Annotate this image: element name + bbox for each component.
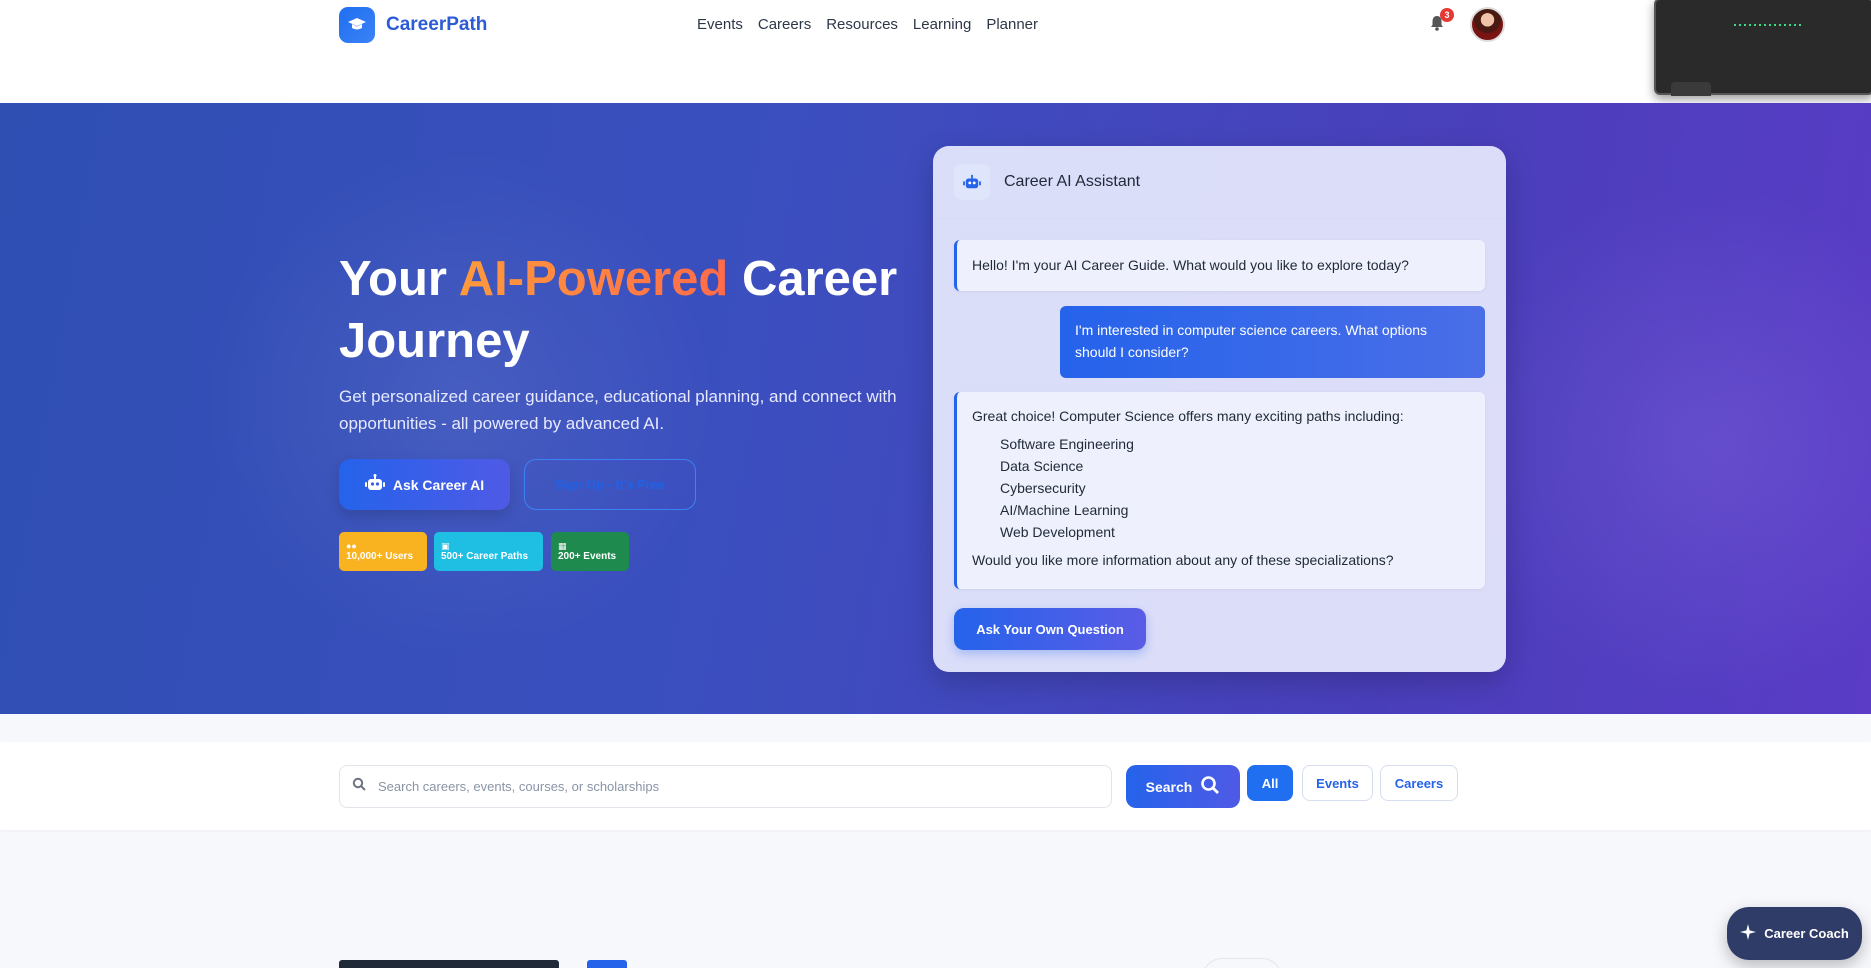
stat-badge-events: ▦ 200+ Events xyxy=(551,532,629,571)
stat-label: 10,000+ Users xyxy=(346,551,414,562)
search-box xyxy=(339,765,1112,808)
nav-link-careers[interactable]: Careers xyxy=(758,16,811,33)
robot-icon xyxy=(954,164,990,200)
bot-message: Great choice! Computer Science offers ma… xyxy=(954,392,1485,589)
list-item: Software Engineering xyxy=(1000,436,1134,452)
nav-link-learning[interactable]: Learning xyxy=(913,16,971,33)
overlay-tab[interactable] xyxy=(1671,82,1711,96)
stat-label: 200+ Events xyxy=(558,551,617,562)
hero-title-accent: AI-Powered xyxy=(458,252,729,306)
ask-career-ai-button[interactable]: Ask Career AI xyxy=(339,459,510,510)
reply-outro: Would you like more information about an… xyxy=(972,552,1394,568)
user-message: I'm interested in computer science caree… xyxy=(1060,306,1485,378)
hero-decor xyxy=(1450,183,1871,703)
filter-all[interactable]: All xyxy=(1247,765,1293,801)
search-icon xyxy=(352,777,366,796)
search-button[interactable]: Search xyxy=(1126,765,1240,808)
graduation-cap-icon xyxy=(339,7,375,43)
filter-careers[interactable]: Careers xyxy=(1380,765,1458,801)
career-coach-button[interactable]: Career Coach xyxy=(1727,907,1862,960)
video-call-overlay[interactable] xyxy=(1654,0,1871,96)
ask-own-question-button[interactable]: Ask Your Own Question xyxy=(954,608,1146,650)
chat-header: Career AI Assistant xyxy=(933,146,1506,219)
audio-level-indicator xyxy=(1734,24,1804,26)
stat-label: 500+ Career Paths xyxy=(441,551,529,562)
avatar[interactable] xyxy=(1470,7,1505,42)
search-icon xyxy=(1200,775,1220,798)
section-heading-partial xyxy=(339,950,739,968)
list-item: Web Development xyxy=(1000,524,1115,540)
filter-events[interactable]: Events xyxy=(1302,765,1373,801)
sign-up-button[interactable]: Sign Up - It's Free xyxy=(524,459,696,510)
list-item: Data Science xyxy=(1000,458,1084,474)
brand-name: CareerPath xyxy=(386,14,488,35)
heading-fragment xyxy=(587,960,627,968)
hero-subtitle: Get personalized career guidance, educat… xyxy=(339,387,897,433)
reply-intro: Great choice! Computer Science offers ma… xyxy=(972,408,1404,424)
search-button-label: Search xyxy=(1145,778,1193,795)
nav-link-planner[interactable]: Planner xyxy=(986,16,1038,33)
main-nav: Events Careers Resources Learning Planne… xyxy=(697,16,1038,33)
notification-badge: 3 xyxy=(1440,8,1454,22)
ask-career-ai-label: Ask Career AI xyxy=(392,476,485,493)
bot-message: Hello! I'm your AI Career Guide. What wo… xyxy=(954,240,1485,291)
chat-title: Career AI Assistant xyxy=(1004,173,1141,190)
list-item: AI/Machine Learning xyxy=(1000,502,1129,518)
robot-icon xyxy=(364,474,385,495)
hero-section: Your AI-Powered Career Journey Get perso… xyxy=(0,103,1871,714)
nav-link-events[interactable]: Events xyxy=(697,16,743,33)
career-coach-label: Career Coach xyxy=(1764,926,1849,941)
calendar-icon: ▦ xyxy=(558,541,567,551)
brand[interactable]: CareerPath xyxy=(339,7,487,43)
ai-assistant-card: Career AI Assistant Hello! I'm your AI C… xyxy=(933,146,1506,672)
decor-circle xyxy=(1202,958,1282,968)
search-bar-section: Search All Events Careers xyxy=(0,742,1871,830)
heading-fragment xyxy=(339,960,559,968)
sparkle-icon xyxy=(1740,924,1757,943)
list-item: Cybersecurity xyxy=(1000,480,1086,496)
hero-title: Your AI-Powered Career Journey xyxy=(339,248,939,372)
top-navbar: CareerPath Events Careers Resources Lear… xyxy=(0,0,1871,103)
nav-link-resources[interactable]: Resources xyxy=(826,16,898,33)
stat-badge-career-paths: ▣ 500+ Career Paths xyxy=(434,532,543,571)
briefcase-icon: ▣ xyxy=(441,541,450,551)
hero-title-part1: Your xyxy=(339,252,459,306)
stat-badge-users: ●● 10,000+ Users xyxy=(339,532,427,571)
career-options-list: Software Engineering Data Science Cybers… xyxy=(972,433,1470,543)
users-icon: ●● xyxy=(346,541,357,551)
search-input[interactable] xyxy=(378,779,1078,794)
